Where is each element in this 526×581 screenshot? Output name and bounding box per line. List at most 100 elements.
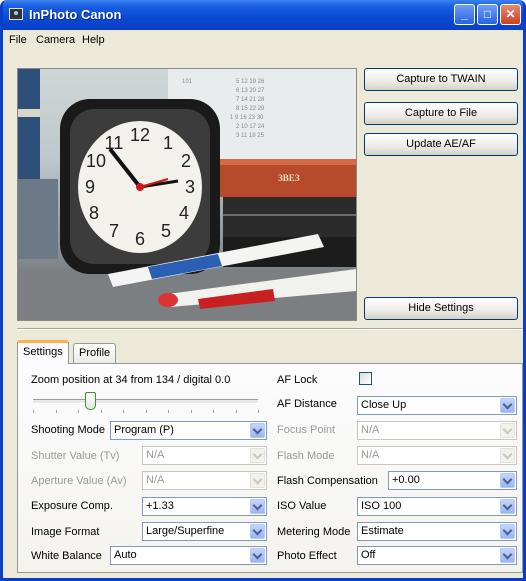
shutter-value-select[interactable]: N/A [142, 446, 267, 465]
flash-mode-select[interactable]: N/A [357, 446, 517, 465]
chevron-down-icon [250, 524, 265, 539]
minimize-icon: _ [461, 7, 468, 21]
svg-text:8: 8 [89, 203, 99, 223]
flash-compensation-select[interactable]: +0.00 [388, 471, 517, 490]
svg-text:101: 101 [182, 79, 193, 85]
maximize-button[interactable]: □ [477, 4, 498, 25]
af-distance-value: Close Up [361, 399, 407, 411]
exposure-comp-label: Exposure Comp. [31, 500, 113, 512]
slider-tick [168, 410, 169, 413]
iso-value-value: ISO 100 [361, 500, 402, 512]
svg-text:9: 9 [85, 177, 95, 197]
preview-image: 101 5 12 19 26 6 13 20 27 7 14 21 28 8 1… [18, 69, 356, 320]
menu-bar: File Camera Help [3, 30, 523, 50]
chevron-down-icon [500, 548, 515, 563]
capture-to-twain-button[interactable]: Capture to TWAIN [364, 68, 518, 91]
slider-tick [55, 410, 57, 413]
title-bar[interactable]: InPhoto Canon _ □ ✕ [3, 0, 523, 30]
image-format-value: Large/Superfine [146, 525, 225, 537]
chevron-down-icon [500, 473, 515, 488]
af-lock-label: AF Lock [277, 374, 318, 386]
focus-point-select[interactable]: N/A [357, 421, 517, 440]
zoom-slider-thumb[interactable] [85, 392, 97, 410]
af-distance-label: AF Distance [277, 398, 337, 410]
svg-text:3 11 18 25: 3 11 18 25 [236, 133, 265, 139]
flash-compensation-label: Flash Compensation [277, 475, 378, 487]
zoom-slider-track[interactable] [33, 399, 258, 404]
white-balance-label: White Balance [31, 550, 102, 562]
menu-file[interactable]: File [9, 34, 27, 46]
exposure-comp-select[interactable]: +1.33 [142, 497, 267, 516]
image-format-select[interactable]: Large/Superfine [142, 522, 267, 541]
slider-tick [145, 410, 147, 413]
af-lock-checkbox[interactable] [359, 372, 372, 385]
svg-text:12: 12 [130, 125, 150, 145]
tab-profile[interactable]: Profile [73, 343, 117, 363]
focus-point-value: N/A [361, 424, 380, 436]
iso-value-select[interactable]: ISO 100 [357, 497, 517, 516]
slider-tick [33, 410, 34, 413]
update-ae-af-button[interactable]: Update AE/AF [364, 133, 518, 156]
focus-point-label: Focus Point [277, 424, 336, 436]
camera-preview: 101 5 12 19 26 6 13 20 27 7 14 21 28 8 1… [17, 68, 357, 321]
exposure-comp-value: +1.33 [146, 500, 174, 512]
photo-effect-value: Off [361, 549, 376, 561]
svg-text:3: 3 [185, 177, 195, 197]
svg-text:2 10 17 24: 2 10 17 24 [236, 124, 265, 130]
slider-tick [78, 410, 79, 413]
slider-tick [123, 410, 124, 413]
metering-mode-label: Metering Mode [277, 526, 351, 538]
shutter-value-value: N/A [146, 449, 165, 461]
chevron-down-icon [250, 423, 265, 438]
metering-mode-select[interactable]: Estimate [357, 522, 517, 541]
chevron-down-icon [500, 398, 515, 413]
hide-settings-button[interactable]: Hide Settings [364, 297, 518, 320]
tab-settings[interactable]: Settings [17, 340, 69, 364]
af-distance-select[interactable]: Close Up [357, 396, 517, 415]
chevron-down-icon [500, 524, 515, 539]
white-balance-value: Auto [114, 549, 137, 561]
metering-mode-value: Estimate [361, 525, 404, 537]
chevron-down-icon [250, 473, 265, 488]
shooting-mode-select[interactable]: Program (P) [110, 421, 267, 440]
zoom-label: Zoom position at 34 from 134 / digital 0… [31, 374, 231, 386]
close-button[interactable]: ✕ [500, 4, 521, 25]
svg-text:5: 5 [161, 221, 171, 241]
dark-books [223, 197, 356, 237]
shooting-mode-value: Program (P) [114, 424, 174, 436]
flash-compensation-value: +0.00 [392, 474, 420, 486]
aperture-value-value: N/A [146, 474, 165, 486]
svg-text:10: 10 [86, 151, 106, 171]
chevron-down-icon [500, 423, 515, 438]
chevron-down-icon [250, 548, 265, 563]
svg-text:4: 4 [179, 203, 189, 223]
svg-text:5 12 19 26: 5 12 19 26 [236, 79, 265, 85]
svg-text:6: 6 [135, 229, 145, 249]
svg-text:7 14 21 28: 7 14 21 28 [236, 97, 265, 103]
slider-tick [258, 410, 259, 413]
flash-mode-value: N/A [361, 449, 380, 461]
shutter-value-label: Shutter Value (Tv) [31, 450, 120, 462]
aperture-value-select[interactable]: N/A [142, 471, 267, 490]
book-text: ЗВЕЗ [278, 173, 300, 183]
svg-text:2: 2 [181, 151, 191, 171]
capture-to-file-button[interactable]: Capture to File [364, 102, 518, 125]
menu-camera[interactable]: Camera [36, 34, 75, 46]
photo-effect-select[interactable]: Off [357, 546, 517, 565]
svg-text:6 13 20 27: 6 13 20 27 [236, 88, 265, 94]
svg-text:1: 1 [163, 133, 173, 153]
slider-tick [190, 410, 192, 413]
menu-help[interactable]: Help [82, 34, 105, 46]
maximize-icon: □ [483, 7, 492, 21]
svg-text:11: 11 [105, 133, 124, 153]
image-format-label: Image Format [31, 526, 100, 538]
chevron-down-icon [250, 499, 265, 514]
chevron-down-icon [250, 448, 265, 463]
chevron-down-icon [500, 499, 515, 514]
app-window: InPhoto Canon _ □ ✕ File Camera Help 101… [0, 0, 526, 581]
white-balance-select[interactable]: Auto [110, 546, 267, 565]
minimize-button[interactable]: _ [454, 4, 475, 25]
svg-text:1 9 16 23 30: 1 9 16 23 30 [230, 115, 264, 121]
slider-tick [235, 410, 237, 413]
close-icon: ✕ [505, 7, 516, 21]
